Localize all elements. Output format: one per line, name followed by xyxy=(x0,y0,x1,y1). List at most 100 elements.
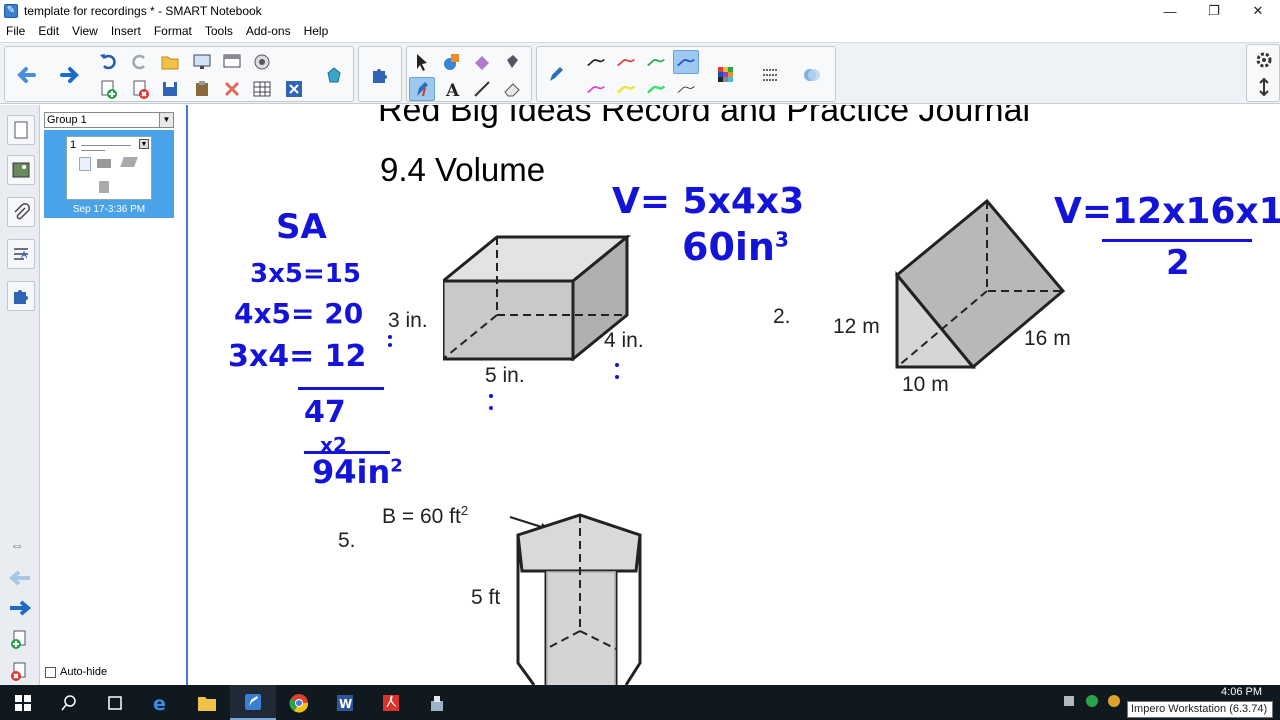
properties-icon[interactable] xyxy=(321,63,347,87)
handwriting-volume-formula: V= 5x4x3 xyxy=(612,181,805,222)
text-tool-icon[interactable]: A xyxy=(439,77,465,101)
pen-tool-icon[interactable] xyxy=(409,77,435,101)
autohide-checkbox[interactable] xyxy=(45,666,56,678)
handwriting-prism-formula: V=12x16x10 xyxy=(1054,191,1280,232)
save-icon[interactable] xyxy=(157,77,183,101)
undo-icon[interactable] xyxy=(95,50,121,74)
svg-text:A: A xyxy=(21,251,28,261)
page-sorter-tab-icon[interactable] xyxy=(7,115,35,145)
previous-page-side-icon[interactable] xyxy=(8,570,32,589)
handwriting-sa-line-2: 4x5= 20 xyxy=(234,297,364,330)
document-camera-icon[interactable] xyxy=(249,50,275,74)
search-icon[interactable] xyxy=(46,685,92,720)
resize-handle-icon[interactable]: ⇔ xyxy=(10,537,24,553)
edge-browser-icon[interactable]: e xyxy=(138,685,184,720)
handwriting-sa-line-1: 3x5=15 xyxy=(250,259,361,289)
properties-tab-icon[interactable]: A xyxy=(7,239,35,269)
magic-pen-icon[interactable] xyxy=(469,50,495,74)
autohide-toggle[interactable]: Auto-hide xyxy=(45,666,107,678)
problem-2-number: 2. xyxy=(773,305,791,328)
redo-icon[interactable] xyxy=(127,50,153,74)
chevron-down-icon[interactable]: ▼ xyxy=(159,113,173,127)
line-tool-icon[interactable] xyxy=(469,77,495,101)
pen-yellow-icon[interactable] xyxy=(613,77,639,101)
acrobat-icon[interactable] xyxy=(368,685,414,720)
notebook-canvas[interactable]: Red Big Ideas Record and Practice Journa… xyxy=(186,105,1280,685)
display-screen-icon[interactable] xyxy=(189,50,215,74)
chrome-browser-icon[interactable] xyxy=(276,685,322,720)
section-title: 9.4 Volume xyxy=(380,151,546,188)
document-camera-taskbar-icon[interactable] xyxy=(414,685,460,720)
restore-button[interactable]: ❐ xyxy=(1192,0,1236,22)
thumbnail-menu-icon[interactable]: ▼ xyxy=(139,139,149,149)
add-ons-tab-icon[interactable] xyxy=(7,281,35,311)
handwriting-sa-result-exponent: 2 xyxy=(390,455,403,477)
attachments-tab-icon[interactable] xyxy=(7,197,35,227)
pen-type-icon[interactable] xyxy=(543,63,569,87)
menu-addons[interactable]: Add-ons xyxy=(246,24,291,38)
fill-icon[interactable] xyxy=(499,50,525,74)
next-page-side-icon[interactable] xyxy=(8,600,32,619)
page-number: 1 xyxy=(70,139,77,151)
menu-file[interactable]: File xyxy=(6,24,25,38)
task-view-icon[interactable] xyxy=(92,685,138,720)
pen-dark-icon[interactable] xyxy=(673,77,699,101)
file-explorer-icon[interactable] xyxy=(184,685,230,720)
delete-page-side-icon[interactable] xyxy=(9,662,29,685)
pen-black-icon[interactable] xyxy=(583,50,609,74)
word-icon[interactable]: W xyxy=(322,685,368,720)
gallery-tab-icon[interactable] xyxy=(7,155,35,185)
pen-green-icon[interactable] xyxy=(643,50,669,74)
system-tray-icons[interactable] xyxy=(1062,692,1128,710)
group-select[interactable]: Group 1 ▼ xyxy=(44,112,174,128)
pen-blue-icon[interactable] xyxy=(673,50,699,74)
window-title: template for recordings * - SMART Notebo… xyxy=(24,4,262,18)
handwriting-volume-result-text: 60in xyxy=(682,225,775,269)
shapes-icon[interactable] xyxy=(439,50,465,74)
color-palette-icon[interactable] xyxy=(713,63,739,87)
eraser-icon[interactable] xyxy=(499,77,525,101)
paste-icon[interactable] xyxy=(189,77,215,101)
line-style-icon[interactable] xyxy=(757,63,783,87)
side-tab-bar: A ⇔ xyxy=(0,105,40,685)
menu-format[interactable]: Format xyxy=(154,24,192,38)
smart-notebook-taskbar-icon[interactable] xyxy=(230,685,276,720)
pen-red-icon[interactable] xyxy=(613,50,639,74)
add-ons-icon[interactable] xyxy=(367,63,393,87)
autohide-label: Auto-hide xyxy=(60,666,108,678)
pen-lime-icon[interactable] xyxy=(643,77,669,101)
menu-edit[interactable]: Edit xyxy=(38,24,59,38)
screen-shade-icon[interactable] xyxy=(219,50,245,74)
toolbar-move-icon[interactable] xyxy=(1251,75,1277,99)
select-icon[interactable] xyxy=(409,50,435,74)
prism-height-label: 3 in. xyxy=(388,309,428,332)
transparency-icon[interactable] xyxy=(799,63,825,87)
add-page-icon[interactable] xyxy=(95,77,121,101)
add-page-side-icon[interactable] xyxy=(9,630,29,653)
page-thumbnail-selected[interactable]: 1 ▼ Sep 17-3:36 PM xyxy=(44,130,174,218)
system-clock[interactable]: 4:06 PM xyxy=(1221,686,1262,698)
settings-gear-icon[interactable] xyxy=(1251,48,1277,72)
impero-tooltip: Impero Workstation (6.3.74) xyxy=(1127,701,1273,718)
minimize-button[interactable]: — xyxy=(1148,0,1192,22)
page-title: Red Big Ideas Record and Practice Journa… xyxy=(378,105,1031,129)
previous-page-icon[interactable] xyxy=(13,63,39,87)
svg-text:e: e xyxy=(153,693,166,713)
svg-text:A: A xyxy=(445,81,460,99)
handwriting-volume-result-exponent: 3 xyxy=(774,227,789,252)
pen-magenta-icon[interactable] xyxy=(583,77,609,101)
delete-icon[interactable] xyxy=(219,77,245,101)
table-icon[interactable] xyxy=(249,77,275,101)
open-file-icon[interactable] xyxy=(157,50,183,74)
menu-help[interactable]: Help xyxy=(304,24,329,38)
menu-view[interactable]: View xyxy=(72,24,98,38)
full-screen-icon[interactable] xyxy=(281,77,307,101)
delete-page-icon[interactable] xyxy=(127,77,153,101)
menu-tools[interactable]: Tools xyxy=(205,24,233,38)
next-page-icon[interactable] xyxy=(57,63,83,87)
handwriting-sa-result: 94in2 xyxy=(312,453,403,491)
menu-insert[interactable]: Insert xyxy=(111,24,141,38)
start-button-icon[interactable] xyxy=(0,685,46,720)
close-button[interactable]: ✕ xyxy=(1236,0,1280,22)
page-thumbnail[interactable]: 1 ▼ xyxy=(66,136,152,200)
